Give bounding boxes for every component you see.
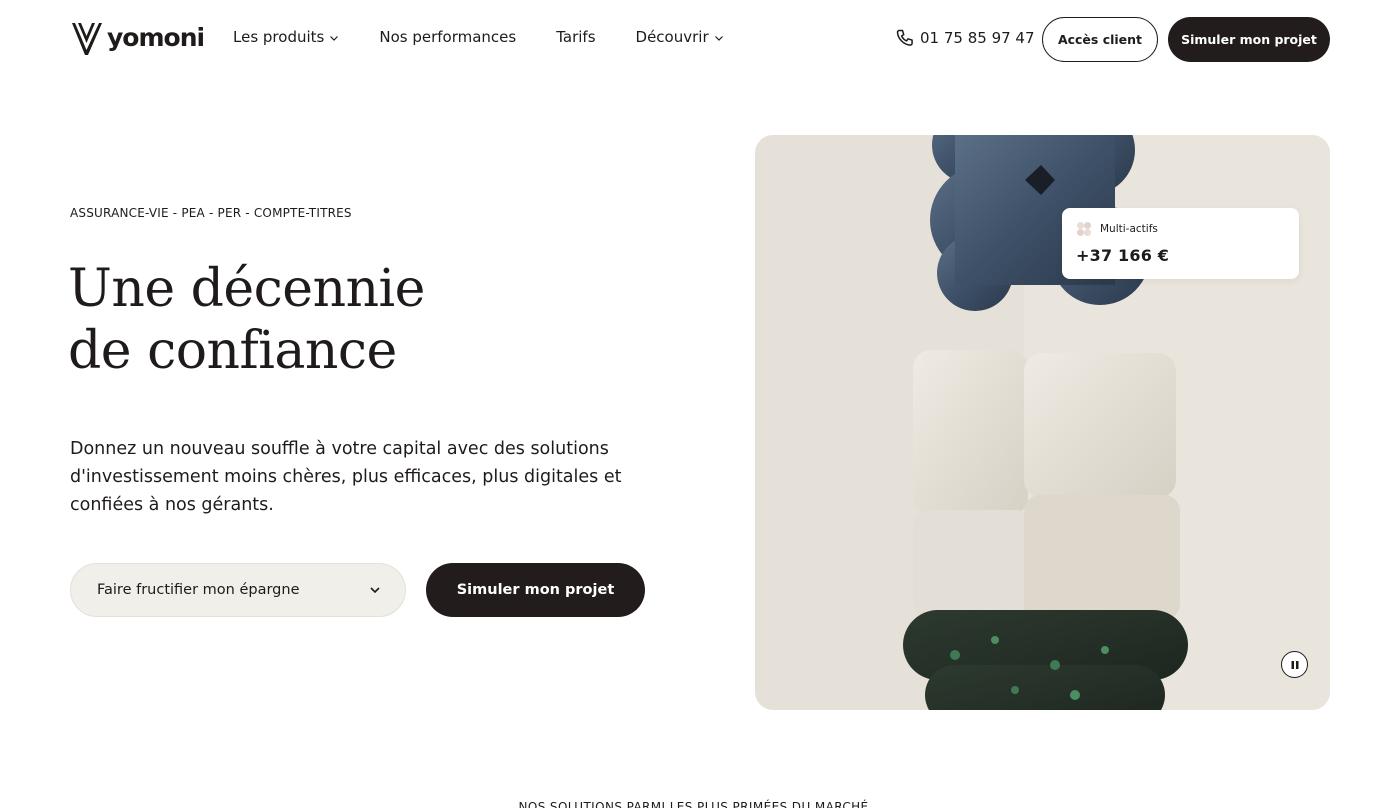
pause-button[interactable]	[1281, 651, 1308, 678]
nav-label: Les produits	[233, 28, 325, 46]
goal-select-value: Faire fructifier mon épargne	[97, 582, 300, 598]
chevron-down-icon	[370, 587, 380, 594]
nav-item-tarifs[interactable]: Tarifs	[556, 28, 595, 46]
logo-text: yomoni	[107, 22, 205, 52]
hero-eyebrow: ASSURANCE-VIE - PEA - PER - COMPTE-TITRE…	[70, 206, 352, 220]
card-label: Multi-actifs	[1100, 223, 1158, 235]
multi-assets-icon	[1077, 222, 1091, 236]
hero-image: Multi-actifs +37 166 €	[755, 135, 1330, 710]
nav-item-decouvrir[interactable]: Découvrir	[636, 28, 724, 46]
nav-item-produits[interactable]: Les produits	[233, 28, 339, 46]
chevron-down-icon	[330, 36, 339, 41]
nav-label: Découvrir	[635, 28, 709, 46]
hero-title-line2: de confiance	[68, 321, 397, 381]
logo[interactable]: yomoni	[71, 21, 205, 57]
card-value: +37 166 €	[1076, 246, 1170, 265]
performance-card: Multi-actifs +37 166 €	[1062, 208, 1299, 279]
phone-link[interactable]: 01 75 85 97 47	[895, 28, 1035, 48]
hero-lead: Donnez un nouveau souffle à votre capita…	[70, 439, 622, 515]
client-access-button[interactable]: Accès client	[1042, 17, 1158, 62]
site-header: yomoni Les produits Nos performances Tar…	[0, 0, 1387, 80]
logo-mark-icon	[72, 23, 102, 55]
goal-select[interactable]: Faire fructifier mon épargne	[70, 563, 406, 617]
phone-icon	[896, 29, 913, 46]
hero-title-line1: Une décennie	[68, 259, 425, 319]
section-caption: NOS SOLUTIONS PARMI LES PLUS PRIMÉES DU …	[518, 800, 869, 808]
nav-label: Nos performances	[379, 28, 517, 46]
pause-icon	[1291, 660, 1298, 669]
phone-number: 01 75 85 97 47	[920, 29, 1035, 47]
simulate-project-button[interactable]: Simuler mon projet	[1168, 17, 1330, 62]
chevron-down-icon	[714, 36, 723, 41]
main-nav: Les produits Nos performances Tarifs Déc…	[233, 28, 764, 46]
hero-simulate-button[interactable]: Simuler mon projet	[426, 563, 645, 617]
nav-label: Tarifs	[556, 28, 596, 46]
hero-title: Une décennie de confiance	[68, 258, 425, 382]
nav-item-performances[interactable]: Nos performances	[379, 28, 516, 46]
